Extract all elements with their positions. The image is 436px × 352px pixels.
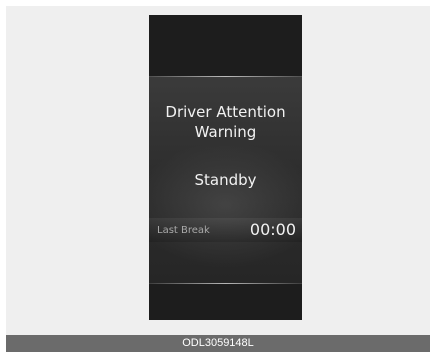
driver-attention-screen: Driver Attention Warning Standby Last Br… [149,76,302,284]
last-break-value: 00:00 [249,220,296,239]
screen-title: Driver Attention Warning [149,102,302,142]
cluster-display: Driver Attention Warning Standby Last Br… [149,15,302,320]
last-break-row: Last Break 00:00 [149,218,302,242]
screen-title-line1: Driver Attention [165,103,286,121]
screen-title-line2: Warning [194,123,257,141]
bottom-divider [149,283,302,284]
figure-caption: ODL3059148L [6,335,430,352]
status-text: Standby [194,171,257,189]
last-break-label: Last Break [157,225,210,236]
figure-frame: Driver Attention Warning Standby Last Br… [6,6,430,335]
top-divider [149,76,302,77]
